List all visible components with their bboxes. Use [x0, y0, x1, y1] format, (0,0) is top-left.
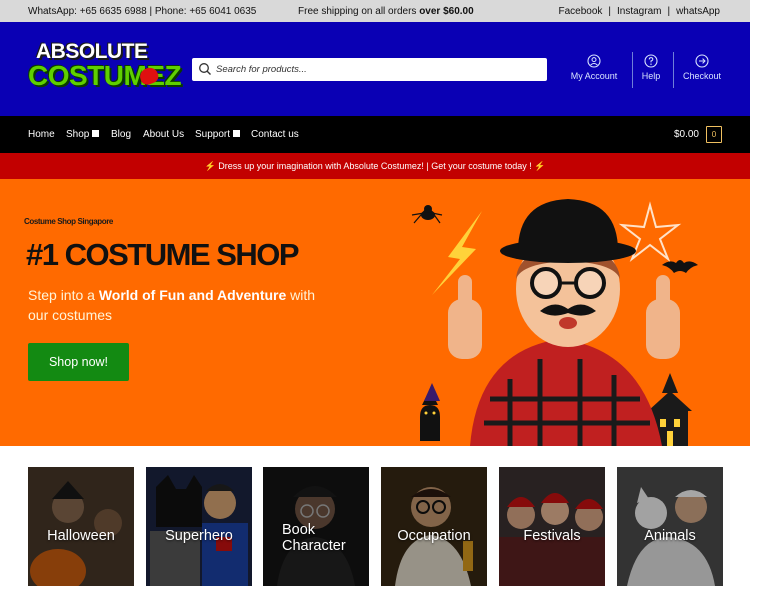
lightning-icon: [432, 211, 482, 295]
hero-eyebrow: Costume Shop Singapore: [24, 217, 113, 226]
occupation-image: [381, 467, 487, 586]
cart-total: $0.00: [673, 129, 699, 140]
scrollbar-gutter: [750, 0, 760, 600]
festivals-image: [499, 467, 605, 586]
contact-info: WhatsApp: +65 6635 6988 | Phone: +65 604…: [28, 6, 257, 17]
shipping-notice: Free shipping on all orders over $60.00: [298, 6, 474, 17]
category-card-book-character[interactable]: Book Character: [263, 467, 369, 586]
category-label: Animals: [644, 528, 696, 544]
category-label: Superhero: [165, 528, 233, 544]
cart-button[interactable]: $0.00 0: [674, 126, 722, 143]
my-account-label: My Account: [570, 71, 618, 81]
nav-item-home[interactable]: Home: [28, 129, 55, 140]
nav-item-blog[interactable]: Blog: [111, 129, 131, 140]
bat-icon: [662, 260, 698, 273]
category-label: Festivals: [523, 528, 581, 544]
black-cat-icon: [420, 383, 440, 441]
dropdown-icon: [233, 130, 241, 137]
costumed-child-image: [448, 199, 680, 446]
category-label: Halloween: [47, 528, 115, 544]
category-grid: Halloween Superhero Book Character Occup…: [28, 467, 723, 587]
spider-icon: [411, 205, 443, 224]
help-icon: [644, 54, 658, 68]
search-bar: [192, 58, 547, 81]
page: WhatsApp: +65 6635 6988 | Phone: +65 604…: [0, 0, 760, 600]
superhero-image: [146, 467, 252, 586]
hero-banner: Costume Shop Singapore #1 COSTUME SHOP S…: [0, 179, 750, 446]
category-label: Occupation: [397, 528, 471, 544]
instagram-link[interactable]: Instagram: [617, 6, 661, 17]
category-card-animals[interactable]: Animals: [617, 467, 723, 586]
halloween-image: [28, 467, 134, 586]
site-header: ABSOLUTE COSTUMEZ My Account Help Checko…: [0, 22, 750, 116]
user-icon: [587, 54, 601, 68]
arrow-right-icon: [695, 54, 709, 68]
search-input[interactable]: [216, 58, 536, 81]
cart-count: 0: [711, 130, 717, 139]
category-card-superhero[interactable]: Superhero: [146, 467, 252, 586]
category-card-halloween[interactable]: Halloween: [28, 467, 134, 586]
category-label: Book Character: [282, 522, 346, 554]
hero-subtitle: Step into a World of Fun and Adventure w…: [28, 287, 316, 323]
hero-illustration: [411, 199, 698, 446]
shop-now-button[interactable]: Shop now!: [28, 343, 129, 381]
main-navigation: Home Shop Blog About Us Support Contact …: [0, 116, 750, 153]
facebook-link[interactable]: Facebook: [558, 6, 602, 17]
dropdown-icon: [92, 130, 100, 137]
search-icon: [199, 63, 211, 75]
hero-headline: #1 COSTUME SHOP: [26, 237, 300, 272]
social-links: Facebook | Instagram | whatsApp: [558, 6, 720, 17]
top-info-bar: WhatsApp: +65 6635 6988 | Phone: +65 604…: [0, 0, 750, 22]
site-logo[interactable]: ABSOLUTE COSTUMEZ: [28, 38, 182, 98]
nav-item-support[interactable]: Support: [195, 129, 241, 140]
my-account-link[interactable]: My Account: [565, 54, 623, 88]
animals-image: [617, 467, 723, 586]
nav-item-shop[interactable]: Shop: [66, 129, 100, 140]
nav-item-about-us[interactable]: About Us: [143, 129, 184, 140]
cart-bag-icon: 0: [706, 126, 722, 143]
whatsapp-link[interactable]: whatsApp: [676, 6, 720, 17]
checkout-link[interactable]: Checkout: [673, 54, 731, 88]
divider: |: [608, 6, 611, 17]
category-card-festivals[interactable]: Festivals: [499, 467, 605, 586]
nav-item-contact-us[interactable]: Contact us: [251, 129, 299, 140]
divider: |: [667, 6, 671, 17]
promo-banner: ⚡ Dress up your imagination with Absolut…: [0, 153, 750, 179]
category-card-occupation[interactable]: Occupation: [381, 467, 487, 586]
checkout-label: Checkout: [682, 71, 722, 81]
help-link[interactable]: Help: [622, 54, 680, 88]
help-label: Help: [641, 71, 661, 81]
